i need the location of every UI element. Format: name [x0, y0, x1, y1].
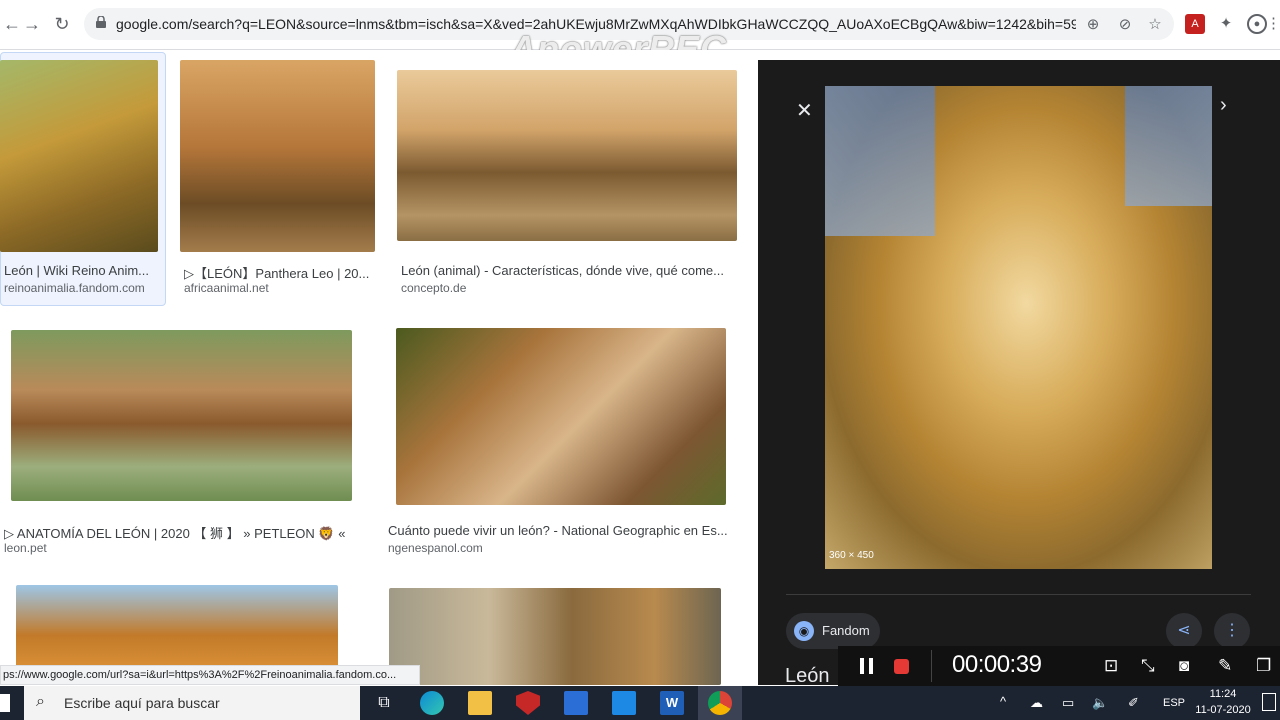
mail-icon[interactable] [612, 691, 636, 715]
chrome-icon[interactable] [708, 691, 732, 715]
taskbar-search[interactable]: ⌕ Escribe aquí para buscar [24, 686, 360, 720]
result-title: León [785, 665, 830, 687]
windows-taskbar: ⌕ Escribe aquí para buscar ⧉ W ^ ☁ ▭ 🔈 ✐… [0, 686, 1280, 720]
pause-icon-bar-left[interactable] [860, 658, 864, 674]
image-dimensions: 360 × 450 [829, 550, 874, 561]
image-preview-panel: ✕ ‹ › 360 × 450 ◉ Fandom ⋖ ⋮ León [758, 60, 1280, 687]
camera-icon[interactable]: ◙ [1179, 656, 1189, 676]
result-image-4[interactable] [11, 330, 352, 501]
result-source-2: africaanimal.net [184, 281, 269, 295]
file-explorer-icon[interactable] [468, 691, 492, 715]
pdf-extension-icon[interactable]: A [1185, 14, 1205, 34]
result-title-5[interactable]: Cuánto puede vivir un león? - National G… [388, 523, 733, 538]
screenshot-region-icon[interactable]: ⊡ [1104, 656, 1118, 676]
shrink-icon[interactable]: ⤡ [1141, 656, 1155, 676]
recording-timer: 00:00:39 [952, 651, 1042, 678]
site-chip-label: Fandom [822, 623, 870, 638]
status-link-preview: ps://www.google.com/url?sa=i&url=https%3… [0, 665, 420, 685]
chevron-right-icon[interactable]: › [1220, 94, 1227, 117]
divider [786, 594, 1251, 595]
pen-input-icon[interactable]: ✐ [1128, 695, 1139, 711]
lock-icon [96, 16, 106, 28]
chevron-up-icon[interactable]: ^ [1000, 694, 1006, 709]
result-source-4: leon.pet [4, 541, 47, 555]
profile-avatar-icon[interactable]: ● [1247, 14, 1267, 34]
share-icon[interactable]: ⋖ [1166, 613, 1202, 649]
result-image-2[interactable] [180, 60, 375, 252]
search-placeholder: Escribe aquí para buscar [64, 695, 220, 711]
pen-icon[interactable]: ✎ [1218, 656, 1232, 676]
edge-icon[interactable] [420, 691, 444, 715]
result-image-5[interactable] [396, 328, 726, 505]
result-source-1: reinoanimalia.fandom.com [4, 281, 145, 295]
notifications-icon[interactable] [1262, 693, 1276, 711]
result-image-3[interactable] [397, 70, 737, 241]
reload-icon[interactable]: ↻ [50, 12, 74, 36]
result-title-1[interactable]: León | Wiki Reino Anim... [4, 263, 156, 278]
clock-date[interactable]: 11-07-2020 [1194, 704, 1252, 716]
result-source-3: concepto.de [401, 281, 467, 295]
close-icon[interactable]: ✕ [796, 98, 813, 123]
start-icon[interactable] [0, 694, 10, 712]
site-chip[interactable]: ◉ Fandom [786, 613, 880, 649]
language-indicator[interactable]: ESP [1163, 697, 1185, 709]
menu-dots-icon[interactable]: ⋮ [1266, 14, 1280, 34]
globe-icon: ◉ [794, 621, 814, 641]
sky-background [825, 86, 935, 236]
mcafee-icon[interactable] [516, 691, 540, 715]
result-title-2[interactable]: ▷【LEÓN】Panthera Leo | 20... [184, 263, 374, 282]
divider [931, 650, 932, 682]
preview-image[interactable]: 360 × 450 [825, 86, 1212, 569]
search-icon: ⌕ [36, 693, 45, 710]
extensions-puzzle-icon[interactable]: ✦ [1216, 14, 1236, 34]
result-title-4[interactable]: ▷ ANATOMÍA DEL LEÓN | 2020 【 狮 】 » PETLE… [4, 523, 354, 542]
cloud-icon[interactable]: ☁ [1030, 695, 1043, 711]
result-image-1[interactable] [0, 60, 158, 252]
clock-time[interactable]: 11:24 [1198, 688, 1248, 700]
recorder-toolbar: 00:00:39 ⊡ ⤡ ◙ ✎ ❐ [838, 646, 1280, 686]
zoom-icon[interactable]: ⊕ [1084, 16, 1102, 34]
stop-record-icon[interactable] [894, 659, 909, 674]
result-source-5: ngenespanol.com [388, 541, 483, 555]
image-results: León | Wiki Reino Anim... reinoanimalia.… [0, 50, 758, 685]
battery-icon[interactable]: ▭ [1062, 695, 1074, 711]
window-icon[interactable]: ❐ [1256, 656, 1271, 676]
tracking-icon[interactable]: ⊘ [1116, 16, 1134, 34]
sky-background-right [1125, 86, 1212, 206]
forward-icon[interactable]: → [20, 12, 44, 36]
bookmark-star-icon[interactable]: ☆ [1146, 16, 1164, 34]
store-icon[interactable] [564, 691, 588, 715]
result-title-3[interactable]: León (animal) - Características, dónde v… [401, 263, 735, 278]
word-icon[interactable]: W [660, 691, 684, 715]
volume-icon[interactable]: 🔈 [1092, 695, 1108, 711]
pause-icon[interactable] [869, 658, 873, 674]
more-options-icon[interactable]: ⋮ [1214, 613, 1250, 649]
result-image-7[interactable] [389, 588, 721, 685]
task-view-icon[interactable]: ⧉ [372, 691, 396, 715]
